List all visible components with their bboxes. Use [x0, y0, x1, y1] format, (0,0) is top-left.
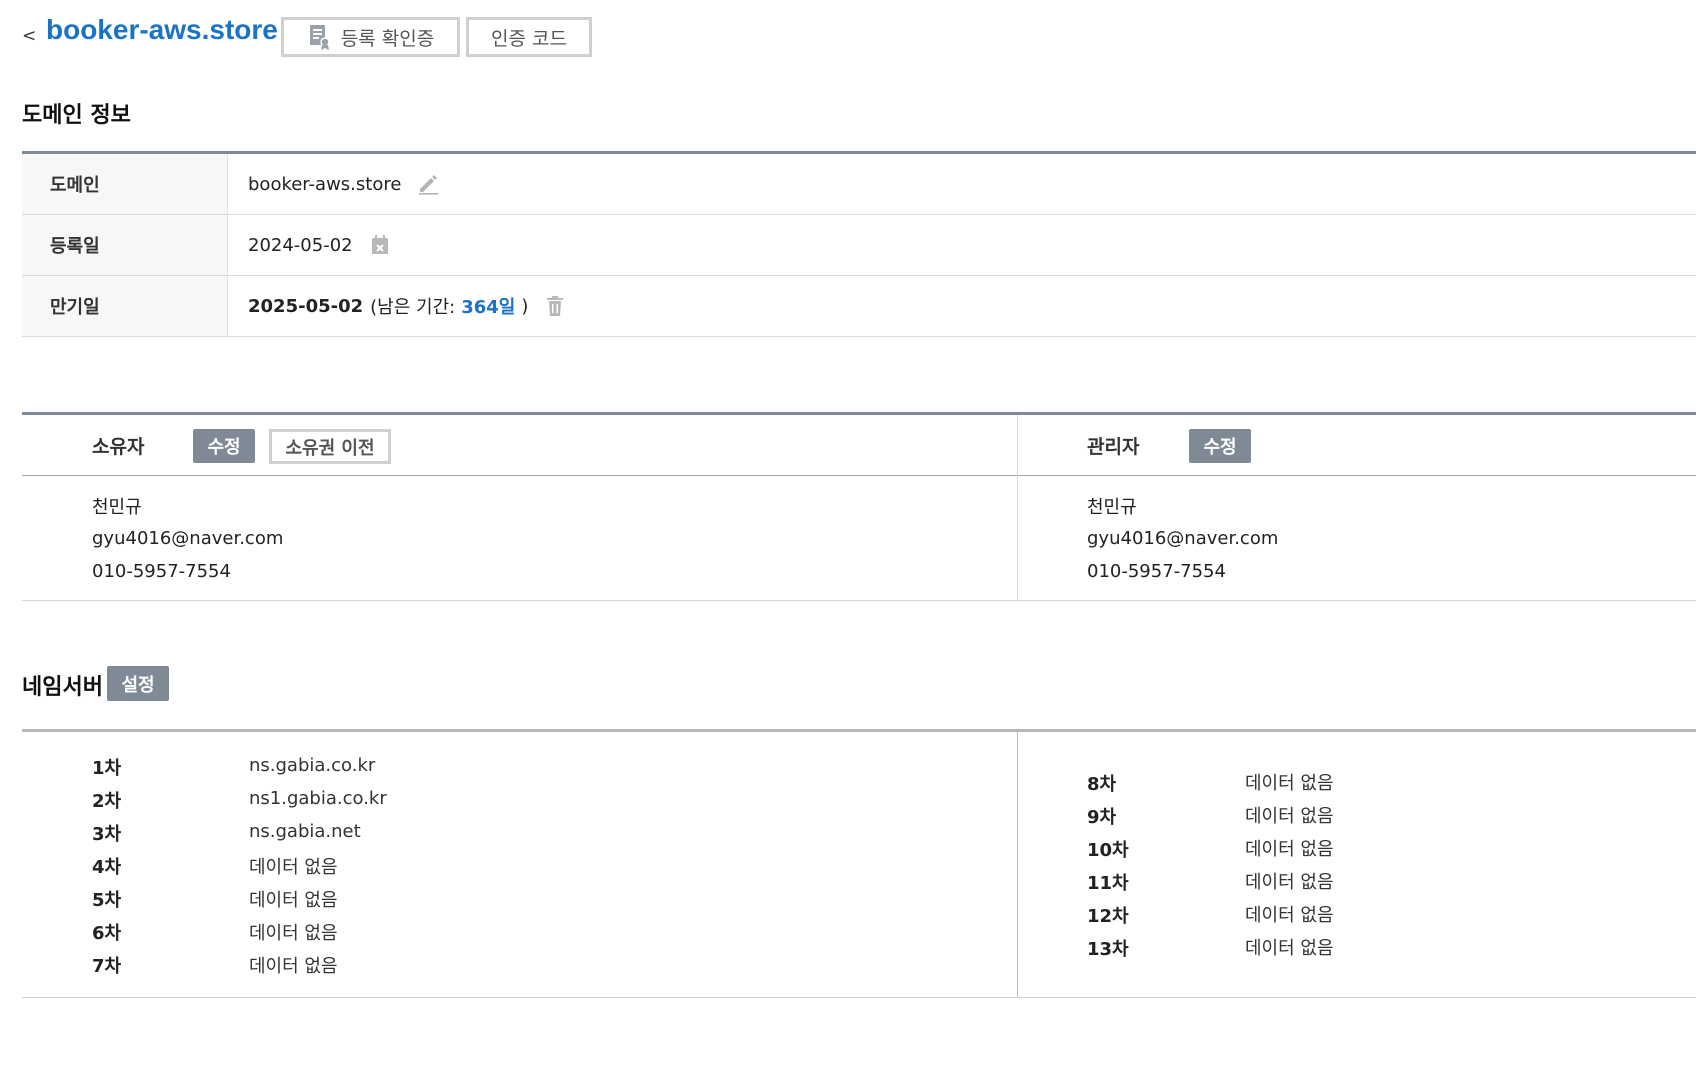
admin-edit-button[interactable]: 수정	[1189, 429, 1251, 463]
ns-value-8: 데이터 없음	[1245, 773, 1334, 794]
expiry-date-row: 만기일 2025-05-02 (남은 기간: 364일 )	[22, 276, 1696, 337]
ns-order-6: 6차	[92, 923, 122, 944]
ns-value-4: 데이터 없음	[249, 857, 338, 878]
owner-label: 소유자	[92, 436, 145, 458]
ns-order-10: 10차	[1087, 840, 1129, 861]
auth-code-label: 인증 코드	[491, 27, 567, 50]
remaining-suffix: )	[521, 295, 529, 317]
ns-value-12: 데이터 없음	[1245, 905, 1334, 926]
ns-order-4: 4차	[92, 857, 122, 878]
remaining-prefix: (남은 기간:	[370, 297, 456, 318]
remaining-days: 364일	[461, 297, 516, 318]
ns-value-13: 데이터 없음	[1245, 938, 1334, 959]
ns-value-10: 데이터 없음	[1245, 839, 1334, 860]
ns-value-9: 데이터 없음	[1245, 806, 1334, 827]
back-button[interactable]: <	[22, 26, 36, 46]
ns-order-3: 3차	[92, 824, 122, 845]
ns-order-5: 5차	[92, 890, 122, 911]
registration-certificate-button[interactable]: 등록 확인증	[281, 17, 460, 57]
ns-value-11: 데이터 없음	[1245, 872, 1334, 893]
contacts-divider	[1017, 415, 1018, 600]
domain-row: 도메인 booker-aws.store	[22, 154, 1696, 215]
admin-label: 관리자	[1087, 436, 1140, 458]
certificate-icon	[307, 24, 333, 50]
nameserver-settings-button[interactable]: 설정	[107, 666, 169, 701]
auth-code-button[interactable]: 인증 코드	[466, 17, 592, 57]
nameserver-panel: 1차 ns.gabia.co.kr 2차 ns1.gabia.co.kr 3차 …	[22, 729, 1696, 998]
admin-email: gyu4016@naver.com	[1087, 528, 1279, 549]
domain-value: booker-aws.store	[248, 173, 402, 195]
nameserver-title: 네임서버	[22, 675, 103, 700]
ns-order-8: 8차	[1087, 774, 1117, 795]
expiry-date-value: 2025-05-02	[248, 295, 364, 317]
ns-value-3: ns.gabia.net	[249, 821, 361, 842]
ns-value-5: 데이터 없음	[249, 890, 338, 911]
ns-value-1: ns.gabia.co.kr	[249, 755, 376, 776]
owner-edit-button[interactable]: 수정	[193, 429, 255, 463]
registration-date-row: 등록일 2024-05-02	[22, 215, 1696, 276]
ns-order-1: 1차	[92, 758, 122, 779]
calendar-x-icon	[367, 232, 393, 258]
edit-pencil-icon[interactable]	[415, 171, 441, 197]
registration-date-label: 등록일	[22, 215, 228, 275]
ns-order-2: 2차	[92, 791, 122, 812]
admin-phone: 010-5957-7554	[1087, 561, 1226, 582]
owner-name: 천민규	[92, 497, 142, 518]
nameserver-divider	[1017, 732, 1018, 997]
ns-value-2: ns1.gabia.co.kr	[249, 788, 387, 809]
ns-order-11: 11차	[1087, 873, 1129, 894]
contacts-panel: 소유자 수정 소유권 이전 천민규 gyu4016@naver.com 010-…	[22, 412, 1696, 601]
expiry-date-label: 만기일	[22, 276, 228, 336]
ownership-transfer-button[interactable]: 소유권 이전	[269, 429, 391, 464]
ns-value-7: 데이터 없음	[249, 956, 338, 977]
trash-icon	[542, 293, 568, 319]
owner-email: gyu4016@naver.com	[92, 528, 284, 549]
registration-date-value: 2024-05-02	[248, 234, 353, 256]
domain-label: 도메인	[22, 154, 228, 214]
domain-title: booker-aws.store	[46, 14, 278, 45]
owner-phone: 010-5957-7554	[92, 561, 231, 582]
admin-name: 천민규	[1087, 497, 1137, 518]
ns-order-13: 13차	[1087, 939, 1129, 960]
ns-order-9: 9차	[1087, 807, 1117, 828]
domain-info-title: 도메인 정보	[22, 103, 131, 128]
ns-value-6: 데이터 없음	[249, 923, 338, 944]
domain-info-table: 도메인 booker-aws.store 등록일 2024-05-02 만기일 …	[22, 151, 1696, 337]
ns-order-12: 12차	[1087, 906, 1129, 927]
registration-certificate-label: 등록 확인증	[340, 27, 435, 50]
ns-order-7: 7차	[92, 956, 122, 977]
